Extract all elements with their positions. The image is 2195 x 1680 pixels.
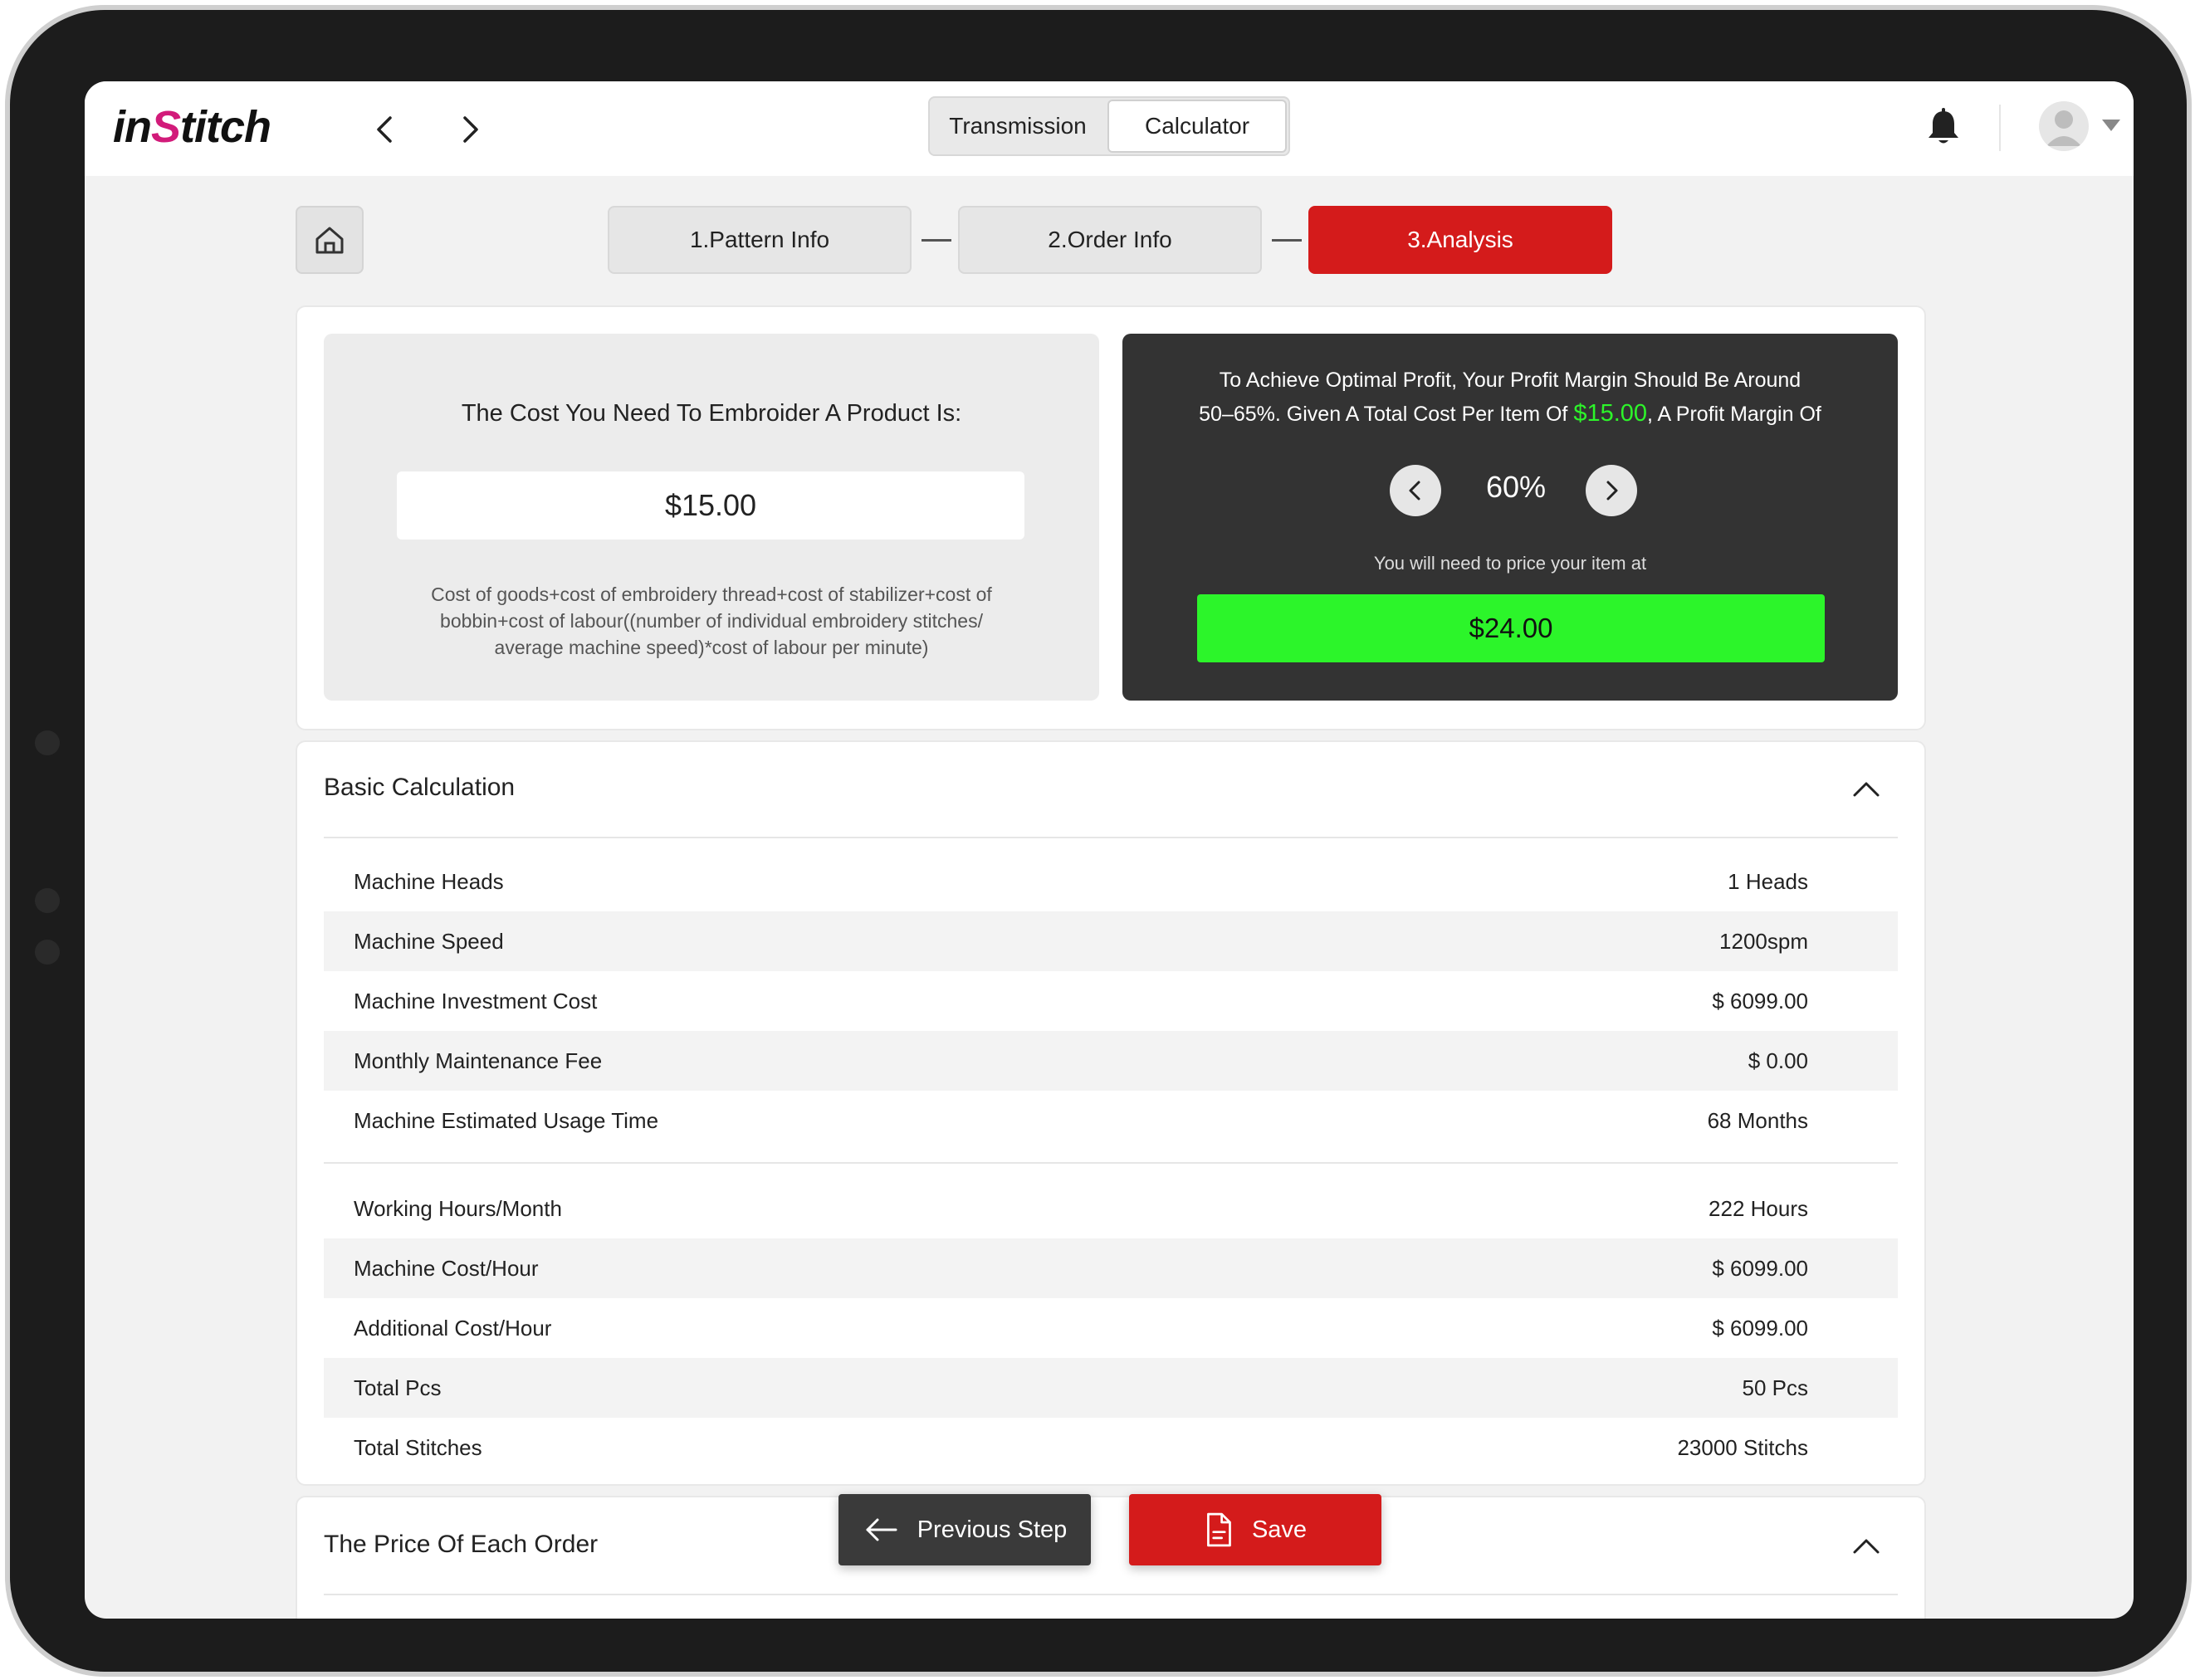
table-row: Total Stitches 23000 Stitchs: [354, 1434, 1808, 1460]
cost-formula: Cost of goods+cost of embroidery thread+…: [431, 584, 992, 658]
save-button[interactable]: Save: [1129, 1494, 1381, 1565]
home-button[interactable]: [296, 206, 364, 274]
previous-step-label: Previous Step: [917, 1516, 1068, 1543]
chevron-down-icon[interactable]: [2102, 120, 2120, 131]
step-analysis[interactable]: 3.Analysis: [1308, 206, 1612, 274]
highlight-cost: $15.00: [1573, 400, 1648, 427]
cost-panel: The Cost You Need To Embroider A Product…: [324, 334, 1099, 701]
app-logo: inStitch: [113, 102, 271, 152]
collapse-basic-button[interactable]: [1850, 772, 1883, 805]
side-button: [35, 730, 60, 755]
profit-advice: To Achieve Optimal Profit, Your Profit M…: [1199, 369, 1821, 427]
avatar[interactable]: [2039, 101, 2089, 151]
table-row: Working Hours/Month 222 Hours: [354, 1195, 1808, 1221]
divider: [324, 1594, 1898, 1595]
top-bar: inStitch Transmission Calculator: [85, 81, 2134, 176]
divider: [324, 837, 1898, 838]
table-row: Additional Cost/Hour $ 6099.00: [354, 1315, 1808, 1341]
step-order-info[interactable]: 2.Order Info: [958, 206, 1262, 274]
table-row: Machine Estimated Usage Time 68 Months: [354, 1107, 1808, 1133]
bell-icon[interactable]: [1924, 106, 1963, 148]
mode-switch: Transmission Calculator: [928, 96, 1290, 156]
margin-value: 60%: [1485, 470, 1547, 504]
table-row: Machine Heads 1 Heads: [354, 868, 1808, 894]
previous-step-button[interactable]: Previous Step: [838, 1494, 1091, 1565]
chevron-left-icon: [1409, 481, 1420, 501]
side-button: [35, 888, 60, 913]
back-arrow-icon[interactable]: [367, 111, 403, 148]
save-label: Save: [1251, 1516, 1308, 1543]
suggested-price: $24.00: [1197, 594, 1825, 662]
divider: [1999, 105, 2001, 151]
table-row: Machine Cost/Hour $ 6099.00: [324, 1238, 1898, 1298]
tablet-frame: inStitch Transmission Calculator 1.Patte…: [5, 5, 2192, 1677]
margin-decrease-button[interactable]: [1390, 465, 1441, 516]
tab-transmission[interactable]: Transmission: [930, 98, 1106, 154]
home-icon: [315, 227, 344, 254]
need-price-label: You will need to price your item at: [1373, 553, 1647, 574]
step-pattern-info[interactable]: 1.Pattern Info: [608, 206, 912, 274]
cost-value: $15.00: [397, 471, 1024, 540]
step-connector: [922, 239, 951, 242]
side-button: [35, 940, 60, 965]
section-title-basic: Basic Calculation: [324, 774, 516, 801]
margin-increase-button[interactable]: [1586, 465, 1637, 516]
cost-title: The Cost You Need To Embroider A Product…: [461, 400, 962, 427]
chevron-up-icon: [1853, 782, 1880, 797]
table-row: Machine Investment Cost $ 6099.00: [354, 988, 1808, 1013]
document-icon: [1206, 1512, 1231, 1547]
arrow-left-icon: [866, 1518, 897, 1541]
tab-calculator[interactable]: Calculator: [1107, 100, 1287, 153]
chevron-up-icon: [1853, 1539, 1880, 1554]
table-row: Monthly Maintenance Fee $ 0.00: [324, 1031, 1898, 1091]
chevron-right-icon: [1606, 481, 1618, 501]
divider: [324, 1162, 1898, 1164]
collapse-order-price-button[interactable]: [1850, 1529, 1883, 1562]
forward-arrow-icon[interactable]: [452, 111, 488, 148]
section-title-order-price: The Price Of Each Order: [324, 1531, 599, 1558]
app-screen: inStitch Transmission Calculator 1.Patte…: [85, 81, 2134, 1619]
table-row: Total Pcs 50 Pcs: [324, 1358, 1898, 1418]
step-connector: [1272, 239, 1302, 242]
table-row: Machine Speed 1200spm: [324, 911, 1898, 971]
